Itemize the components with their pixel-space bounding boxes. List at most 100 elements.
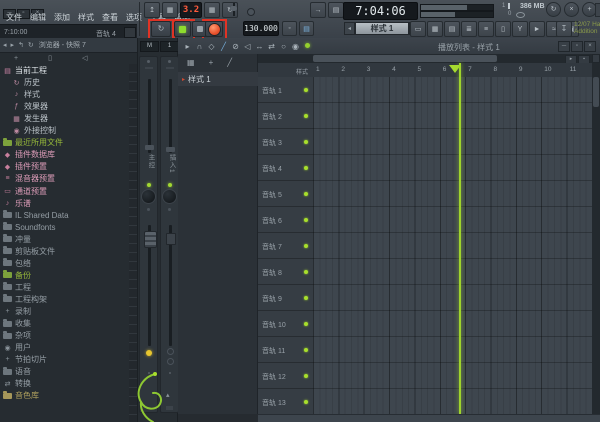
master-volume-knob[interactable] [230, 6, 237, 11]
browser-item[interactable]: IL Shared Data [3, 210, 69, 221]
track-header[interactable]: 音轨 10 [258, 311, 313, 337]
browser-item[interactable]: ▦ 发生器 [12, 113, 48, 124]
time-display[interactable]: 7:04:06 [343, 2, 418, 20]
mute-tool-icon[interactable]: ◁ [243, 42, 252, 51]
menu-arrow-icon[interactable]: ▸ [183, 42, 192, 51]
browser-item[interactable]: + 录制 [3, 306, 31, 317]
playlist-hscrollbar[interactable] [258, 414, 600, 422]
pattern-display[interactable]: 样式 1 [355, 22, 409, 35]
step-sequencer-panel-icon[interactable]: ▦ [427, 21, 443, 37]
mixer-panel-icon[interactable]: ≡ [478, 21, 494, 37]
track-header[interactable]: 音轨 5 [258, 181, 313, 207]
playlist-grid[interactable] [313, 77, 592, 414]
refresh-icon[interactable]: ↻ [28, 42, 34, 49]
zoom-tool-icon[interactable]: ○ [279, 42, 288, 51]
browser-item[interactable]: + 节拍切片 [3, 354, 47, 365]
browser-item[interactable]: 收集 [3, 318, 31, 329]
strip-pan-knob[interactable] [141, 189, 156, 204]
strip-pan-knob[interactable] [162, 189, 177, 204]
track-header[interactable]: 音轨 4 [258, 155, 313, 181]
playlist-panel-icon[interactable]: ▭ [410, 21, 426, 37]
track-led-icon[interactable] [304, 114, 308, 118]
browser-item[interactable]: 工程 [3, 282, 31, 293]
browser-item[interactable]: 包络 [3, 258, 31, 269]
strip-fader-handle[interactable] [166, 233, 176, 245]
track-led-icon[interactable] [304, 400, 308, 404]
pattern-prev-button[interactable]: ◂ [344, 22, 355, 35]
clipped-edge-button[interactable] [595, 3, 600, 17]
browser-item[interactable]: ◉ 外接控制 [12, 125, 56, 136]
menu-item-5[interactable]: 选项 [122, 10, 146, 25]
file-tab-icon[interactable]: ▯ [48, 55, 52, 62]
track-led-icon[interactable] [304, 322, 308, 326]
delete-tool-icon[interactable]: ⊘ [231, 42, 240, 51]
track-header[interactable]: 音轨 8 [258, 259, 313, 285]
browser-item[interactable]: 冲量 [3, 234, 31, 245]
browser-item[interactable]: ◉ 用户 [3, 342, 31, 353]
mixer-strip-2[interactable]: 插入1 ▴ [160, 56, 179, 413]
track-led-icon[interactable] [304, 88, 308, 92]
track-header[interactable]: 音轨 2 [258, 103, 313, 129]
playback-tool-icon[interactable]: ◉ [291, 42, 300, 51]
browser-item[interactable]: 语音 [3, 366, 31, 377]
browser-panel-icon[interactable]: ≣ [461, 21, 477, 37]
play-button[interactable] [174, 21, 191, 37]
track-led-icon[interactable] [304, 192, 308, 196]
strip-fader-handle[interactable] [144, 231, 157, 248]
vscroll-top-button[interactable] [592, 54, 600, 63]
track-led-icon[interactable] [304, 140, 308, 144]
audio-tab-icon[interactable]: ╱ [227, 58, 232, 67]
strip-upper-handle[interactable] [166, 147, 175, 152]
cut-icon[interactable]: × [564, 2, 579, 17]
step-edit-icon[interactable]: ↥ [144, 2, 160, 18]
menu-item-1[interactable]: 编辑 [26, 10, 50, 25]
track-led-icon[interactable] [304, 166, 308, 170]
metronome-volume-icon[interactable]: ◦ [282, 21, 297, 36]
strip-upper-slot[interactable] [169, 79, 172, 153]
track-header[interactable]: 音轨 11 [258, 337, 313, 363]
download-button[interactable]: ↧ [556, 21, 572, 37]
magnet-icon[interactable]: ∩ [195, 42, 204, 51]
browser-item[interactable]: ♪ 乐谱 [3, 198, 31, 209]
news-box[interactable]: 12/07 Harmor Addition [574, 21, 600, 35]
patterns-tab-icon[interactable]: ▦ [187, 58, 195, 67]
back-icon[interactable]: ◂ [3, 42, 7, 49]
track-led-icon[interactable] [304, 218, 308, 222]
strip-upper-handle[interactable] [145, 145, 154, 150]
sync-icon[interactable]: ↻ [546, 2, 561, 17]
vscroll-handle[interactable] [593, 77, 599, 107]
mixer-master-mini[interactable]: M [140, 41, 159, 52]
menu-item-0[interactable]: 文件 [2, 10, 26, 25]
browser-item[interactable]: ƒ 效果器 [12, 101, 48, 112]
browser-item[interactable]: ◆ 插件数据库 [3, 149, 55, 160]
paint-tool-icon[interactable]: ╱ [219, 42, 228, 51]
browser-item[interactable]: 杂项 [3, 330, 31, 341]
sound-tab-icon[interactable]: ◁ [82, 55, 87, 62]
playlist-vscrollbar[interactable] [592, 63, 600, 414]
browser-item[interactable]: ≡ 混音器预置 [3, 173, 55, 184]
typing-keyboard-icon[interactable]: → [310, 2, 326, 18]
track-header[interactable]: 音轨 13 [258, 389, 313, 415]
browser-item[interactable]: 工程构架 [3, 294, 47, 305]
forward-icon[interactable]: ▸ [11, 42, 15, 49]
strip-upper-slot[interactable] [148, 79, 151, 153]
song-mode-button[interactable]: ↻ [151, 21, 171, 37]
browser-item[interactable]: ▤ 当前工程 [3, 65, 47, 76]
browser-item[interactable]: 备份 [3, 270, 31, 281]
midi-keyboard-icon[interactable]: ▤ [328, 2, 344, 18]
mixer-strip-1[interactable]: 主控 [139, 56, 158, 413]
playlist-title[interactable]: 播放列表 - 样式 1 [438, 42, 500, 53]
ruler-corner-label[interactable]: 样式 [296, 67, 308, 76]
slip-tool-icon[interactable]: ↔ [255, 42, 264, 51]
track-led-icon[interactable] [304, 348, 308, 352]
browser-title[interactable]: 浏览器 - 快照 7 [39, 40, 86, 50]
menu-item-3[interactable]: 样式 [74, 10, 98, 25]
track-header[interactable]: 音轨 12 [258, 363, 313, 389]
add-tab-icon[interactable]: + [14, 55, 18, 62]
timeline-scrollbar[interactable]: ▸ ▪ [258, 54, 592, 64]
draw-tool-icon[interactable]: ◇ [207, 42, 216, 51]
track-header[interactable]: 音轨 6 [258, 207, 313, 233]
playlist-minimize-button[interactable]: ─ [558, 41, 570, 52]
tempo-display[interactable]: 130.000 [243, 21, 279, 36]
track-header[interactable]: 音轨 7 [258, 233, 313, 259]
